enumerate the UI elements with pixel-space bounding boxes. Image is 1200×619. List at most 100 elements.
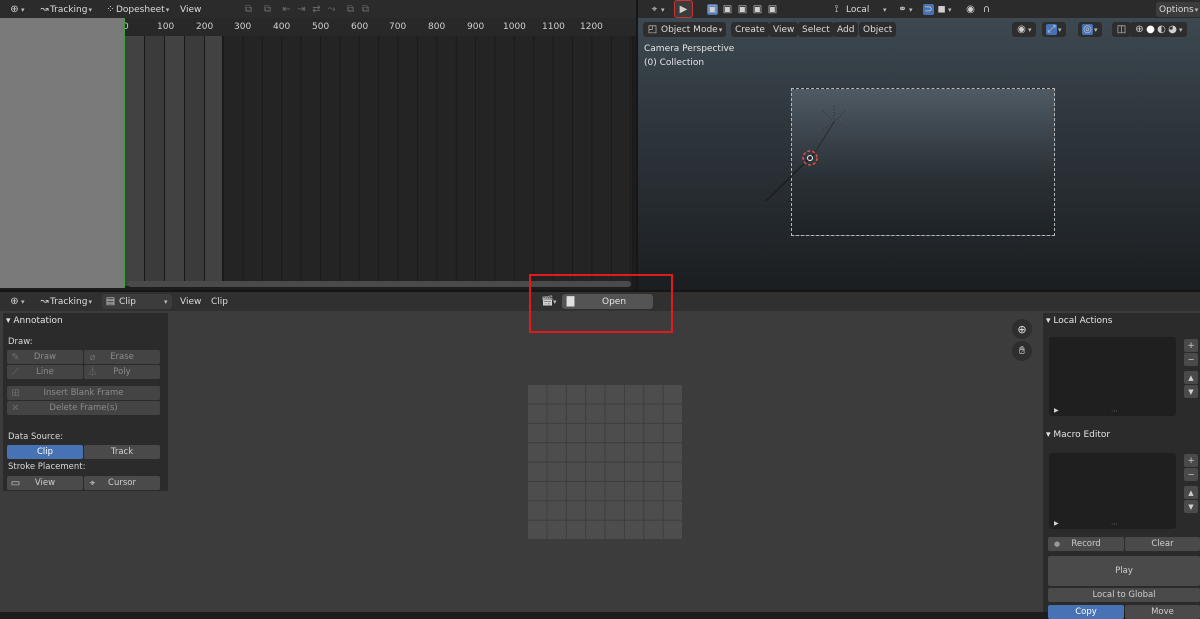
local-to-global-button[interactable]: Local to Global: [1048, 588, 1200, 602]
clip-preview-grid[interactable]: [527, 384, 682, 539]
falloff-curve-icon: ∩: [982, 4, 991, 15]
transform-orientation-dropdown[interactable]: ⟟ Local ▾: [828, 2, 890, 17]
move-down-icon[interactable]: ▼: [1184, 385, 1198, 398]
move-up-icon[interactable]: ▲: [1184, 486, 1198, 499]
snap-element-icon[interactable]: ◼: [936, 4, 947, 15]
select-intersect-icon[interactable]: ▣: [767, 4, 778, 15]
local-actions-list[interactable]: ▶ ⋯: [1049, 337, 1176, 416]
chevron-down-icon: ▾: [1094, 25, 1098, 34]
add-menu[interactable]: Add: [833, 22, 859, 37]
tracking-icon: ↝: [40, 296, 49, 307]
material-shading-icon[interactable]: ◐: [1156, 24, 1167, 35]
jump-icon[interactable]: ⇥: [296, 4, 307, 15]
editor-type-button[interactable]: ⌖ ▾: [646, 2, 668, 17]
clip-view-dropdown[interactable]: ▤ Clip ▾: [102, 294, 172, 309]
pan-hand-icon[interactable]: ✋︎: [1012, 341, 1032, 361]
select-invert-icon[interactable]: ▣: [752, 4, 763, 15]
record-button[interactable]: ● Record: [1048, 537, 1124, 551]
select-subtract-icon[interactable]: ▣: [737, 4, 748, 15]
editor-type-button[interactable]: ⊕ ▾: [6, 2, 28, 17]
erase-label-text: Erase: [110, 352, 134, 362]
filter-icon[interactable]: ⧉: [345, 4, 356, 15]
pivot-dropdown[interactable]: ⚭ ▾: [894, 2, 916, 17]
view-menu[interactable]: View: [769, 22, 799, 37]
options-dropdown[interactable]: Options ▾: [1156, 2, 1200, 17]
dopesheet-icon: ⁘: [106, 4, 115, 15]
falloff-dropdown[interactable]: ∩: [978, 2, 995, 17]
macro-list[interactable]: ▶ ⋯: [1049, 453, 1176, 529]
copy-button[interactable]: Copy: [1048, 605, 1124, 619]
create-menu[interactable]: Create: [731, 22, 769, 37]
swap-icon[interactable]: ⇄: [311, 4, 322, 15]
gizmo-dropdown[interactable]: ⤢ ▾: [1042, 22, 1066, 37]
resize-handle-icon[interactable]: ⋯: [1111, 520, 1118, 528]
curve-icon[interactable]: ⤳: [326, 4, 337, 15]
overlays-dropdown[interactable]: ◎ ▾: [1078, 22, 1102, 37]
delete-frames-label: Delete Frame(s): [49, 403, 118, 413]
xray-button[interactable]: ◫: [1112, 22, 1131, 37]
view-menu[interactable]: View: [177, 294, 204, 309]
workspace-mode-dropdown[interactable]: ↝ Tracking ▾: [36, 2, 95, 17]
chevron-down-icon: ▾: [883, 5, 887, 14]
editor-type-button[interactable]: ⊕ ▾: [6, 294, 28, 309]
data-source-clip-button[interactable]: Clip: [7, 445, 83, 459]
keyframe-icon[interactable]: ⧉: [243, 4, 254, 15]
poly-label-text: Poly: [113, 367, 131, 377]
remove-icon[interactable]: −: [1184, 353, 1198, 366]
rendered-shading-icon[interactable]: ◕: [1167, 24, 1178, 35]
3d-viewport[interactable]: ◰ Object Mode ▾ Create View Select Add Ob…: [638, 18, 1200, 290]
insert-blank-frame-button[interactable]: ⊞ Insert Blank Frame: [7, 386, 160, 400]
macro-editor-title[interactable]: ▾ Macro Editor: [1046, 430, 1110, 440]
ruler-tick: 1000: [503, 22, 526, 32]
chevron-down-icon: ▾: [88, 297, 92, 306]
stroke-view-button[interactable]: ▭ View: [7, 476, 83, 490]
remove-icon[interactable]: −: [1184, 468, 1198, 481]
poly-button[interactable]: ⏃ Poly: [84, 365, 160, 379]
delete-frames-button[interactable]: ✕ Delete Frame(s): [7, 401, 160, 415]
object-mode-icon: ◰: [647, 24, 658, 35]
playhead[interactable]: [123, 18, 125, 288]
camera-perspective-label: Camera Perspective: [644, 44, 735, 54]
object-mode-dropdown[interactable]: ◰ Object Mode ▾: [643, 22, 727, 37]
select-new-icon[interactable]: ▣: [707, 4, 718, 15]
visibility-dropdown[interactable]: ◉ ▾: [1012, 22, 1036, 37]
crosshair-icon: ⊕: [10, 4, 19, 15]
frame-ruler[interactable]: 0 100 200 300 400 500 600 700 800 900 10…: [123, 18, 636, 36]
add-icon[interactable]: +: [1184, 454, 1198, 467]
line-button[interactable]: ⟋ Line: [7, 365, 83, 379]
add-icon[interactable]: +: [1184, 339, 1198, 352]
resize-handle-icon[interactable]: ⋯: [1111, 407, 1118, 415]
workspace-mode-dropdown[interactable]: ↝ Tracking ▾: [36, 294, 95, 309]
draw-button[interactable]: ✎ Draw: [7, 350, 83, 364]
object-mode-label: Object Mode: [661, 24, 718, 35]
annotation-title: Annotation: [13, 316, 63, 326]
select-tool-button[interactable]: ▶: [674, 0, 693, 18]
erase-button[interactable]: ⌀ Erase: [84, 350, 160, 364]
light-object[interactable]: [758, 96, 858, 206]
solid-shading-icon[interactable]: ●: [1145, 24, 1156, 35]
frame-area[interactable]: [223, 36, 633, 286]
local-actions-title[interactable]: ▾ Local Actions: [1046, 316, 1112, 326]
data-source-track-button[interactable]: Track: [84, 445, 160, 459]
annotation-panel-title[interactable]: ▾ Annotation: [6, 316, 63, 326]
object-menu[interactable]: Object: [859, 22, 897, 37]
dopesheet-view-dropdown[interactable]: ⁘ Dopesheet ▾: [102, 2, 172, 17]
move-button[interactable]: Move: [1125, 605, 1200, 619]
select-menu[interactable]: Select: [798, 22, 834, 37]
clear-button[interactable]: Clear: [1125, 537, 1200, 551]
clip-menu[interactable]: Clip: [208, 294, 231, 309]
select-extend-icon[interactable]: ▣: [722, 4, 733, 15]
proportional-edit-button[interactable]: ◉: [962, 2, 979, 17]
move-up-icon[interactable]: ▲: [1184, 371, 1198, 384]
zoom-icon[interactable]: ⊕: [1012, 319, 1032, 339]
line-icon: ⟋: [12, 366, 19, 378]
move-down-icon[interactable]: ▼: [1184, 500, 1198, 513]
jump-icon[interactable]: ⇤: [281, 4, 292, 15]
filter-icon[interactable]: ⧉: [360, 4, 371, 15]
stroke-cursor-button[interactable]: ⌖ Cursor: [84, 476, 160, 490]
play-button[interactable]: Play: [1048, 556, 1200, 586]
wireframe-shading-icon[interactable]: ⊕: [1134, 24, 1145, 35]
keyframe-icon[interactable]: ⧉: [262, 4, 273, 15]
magnet-icon[interactable]: ⊃: [923, 4, 934, 15]
view-menu[interactable]: View: [177, 2, 204, 17]
